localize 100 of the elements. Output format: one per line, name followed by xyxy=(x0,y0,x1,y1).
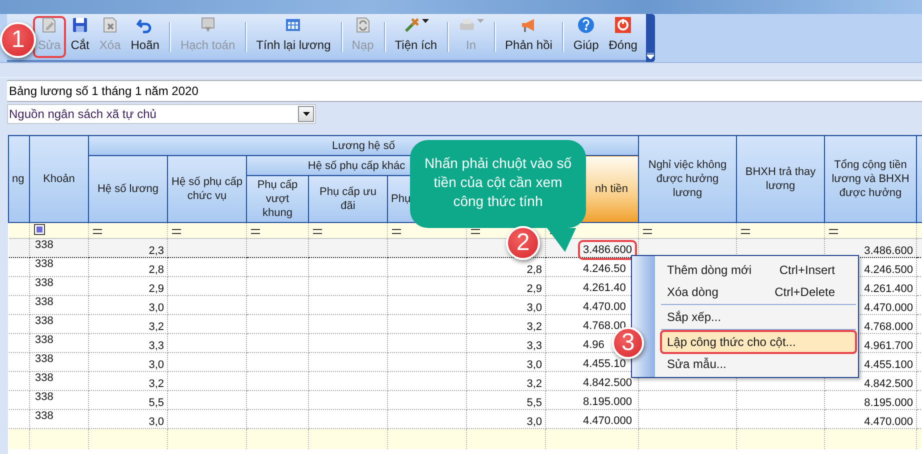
cell-text: 338 xyxy=(35,315,54,327)
column-header-text: Lương hệ số xyxy=(332,140,395,152)
cell-text: 3,0 xyxy=(148,359,164,371)
menu-item[interactable]: Lập công thức cho cột... xyxy=(661,331,856,353)
cell-text: 338 xyxy=(35,391,54,403)
cell-text: 338 xyxy=(35,239,54,251)
toolbar-button[interactable]: Hoãn xyxy=(126,16,164,58)
column-header-text: Nghỉ việc không được hưởng lương xyxy=(648,159,727,199)
column-header-text: Hệ số lương xyxy=(97,183,159,195)
table-row[interactable]: 338 5,5 5,5 8.195.000 8.195.000 xyxy=(8,390,922,410)
edit-icon xyxy=(40,16,58,34)
toolbar-button[interactable]: Phản hồi xyxy=(500,16,558,58)
equals-icon xyxy=(741,228,750,234)
cell-text: 3,2 xyxy=(148,378,164,390)
help-icon xyxy=(577,16,596,34)
cell-text: 4.470.000 xyxy=(582,414,633,428)
caret-icon xyxy=(302,112,310,116)
cell-text: 4.246.500 xyxy=(864,264,914,276)
cell-text: 2,8 xyxy=(526,264,542,276)
toolbar-button[interactable]: Cắt xyxy=(66,16,94,58)
cell-text: 338 xyxy=(35,277,54,289)
menu-item-label: Lập công thức cho cột... xyxy=(667,335,796,349)
toolbar-button[interactable]: Tiện ích xyxy=(390,16,442,58)
column-header-text: Tổng cộng tiền lương và BHXH được hưởng xyxy=(832,159,910,199)
shortcut-text: Ctrl+Insert xyxy=(779,263,835,277)
cell-text: 2,8 xyxy=(148,264,164,276)
column-header-text: Hệ số phụ cấp khác xyxy=(308,160,406,172)
cell-text: 3,2 xyxy=(526,378,542,390)
cell-text: 338 xyxy=(35,334,54,346)
column-header-text: Hệ số phụ cấp chức vụ xyxy=(172,176,242,202)
refresh-icon xyxy=(354,16,372,34)
menu-item[interactable]: Sắp xếp... xyxy=(661,306,856,328)
equals-icon xyxy=(471,228,480,234)
cell-text: 3,0 xyxy=(526,302,542,314)
delete-icon xyxy=(101,16,120,34)
toolbar-button[interactable]: Giúp xyxy=(568,16,604,58)
cell-text: 338 xyxy=(35,296,54,308)
document-icon xyxy=(198,16,217,34)
column-header-text: nh tiền xyxy=(594,183,628,195)
cell-text: 4.261.40 xyxy=(582,281,627,295)
checkbox-icon xyxy=(34,224,45,234)
tools-icon xyxy=(402,16,421,34)
cell-text: 4.470.000 xyxy=(864,416,914,428)
cell-text: 4.261.400 xyxy=(864,283,914,295)
cell-text: 2,9 xyxy=(526,283,542,295)
save-icon xyxy=(71,16,90,34)
cell-text: 3,0 xyxy=(148,416,164,428)
cell-text: 3,3 xyxy=(526,340,542,352)
toolbar-button[interactable]: Tính lại lương xyxy=(251,16,336,58)
cell-text: 3.486.600 xyxy=(581,243,634,257)
menu-item-label: Thêm dòng mới xyxy=(667,263,752,277)
cell-text: 338 xyxy=(35,353,54,365)
cell-text: 4.246.50 xyxy=(582,262,627,276)
equals-icon xyxy=(313,228,322,234)
cell-text: 3,2 xyxy=(148,321,164,333)
cell-text: 4.455.100 xyxy=(864,359,914,371)
calendar-icon xyxy=(284,16,302,34)
cell-text: 4.842.500 xyxy=(864,378,914,390)
cell-text: 3.486.600 xyxy=(864,245,914,257)
cell-text: 338 xyxy=(35,258,54,270)
cell-text: 338 xyxy=(35,372,54,384)
equals-icon xyxy=(643,228,652,234)
funding-source-dropdown[interactable]: Nguồn ngân sách xã tự chủ xyxy=(7,104,316,124)
equals-icon xyxy=(172,228,181,234)
cell-text: 4.470.00 xyxy=(582,300,627,314)
cell-text: 3,2 xyxy=(526,321,542,333)
overflow-button[interactable] xyxy=(646,14,656,62)
cell-text: 3,0 xyxy=(148,302,164,314)
column-header-text: Phụ cấp ưu đãi xyxy=(320,186,376,212)
equals-icon xyxy=(392,228,401,234)
power-icon xyxy=(614,16,632,34)
cell-text: 4.96 xyxy=(582,338,606,352)
column-header-text: Phụ xyxy=(391,193,411,205)
equals-icon xyxy=(93,228,102,234)
cell-text: 4.768.000 xyxy=(864,321,914,333)
cell-text: 4.470.000 xyxy=(864,302,914,314)
column-header-text: BHXH trả thay lương xyxy=(745,166,816,192)
cell-text: 338 xyxy=(35,410,54,422)
column-header-text: ng xyxy=(12,173,24,185)
toolbar-button[interactable]: Đóng xyxy=(604,16,642,58)
equals-icon xyxy=(251,228,260,234)
cell-text: 4.455.10 xyxy=(582,357,627,371)
cell-text: 2,9 xyxy=(148,283,164,295)
cell-text: 4.961.700 xyxy=(864,340,914,352)
column-header-text: Khoản xyxy=(43,173,75,185)
equals-icon xyxy=(829,228,838,234)
cell-text: 8.195.000 xyxy=(864,397,914,409)
table-row[interactable]: 338 3,0 3,0 4.470.000 4.470.000 xyxy=(8,410,922,428)
payroll-title-field[interactable]: Bảng lương số 1 tháng 1 năm 2020 xyxy=(7,80,922,102)
cell-text: 8.195.000 xyxy=(582,395,633,409)
cell-text: 4.842.500 xyxy=(582,376,633,390)
cell-text: 5,5 xyxy=(148,397,164,409)
cell-text: 2,3 xyxy=(148,245,164,257)
cell-text: 3,3 xyxy=(148,340,164,352)
caret-icon xyxy=(647,53,654,59)
column-header-text: Phụ cấp vượt khung xyxy=(257,179,298,219)
menu-item-label: Sửa mẫu... xyxy=(667,357,726,371)
cell-text: 5,5 xyxy=(526,397,542,409)
cell-text: 3,0 xyxy=(526,416,542,428)
cell-text: 3,0 xyxy=(526,359,542,371)
